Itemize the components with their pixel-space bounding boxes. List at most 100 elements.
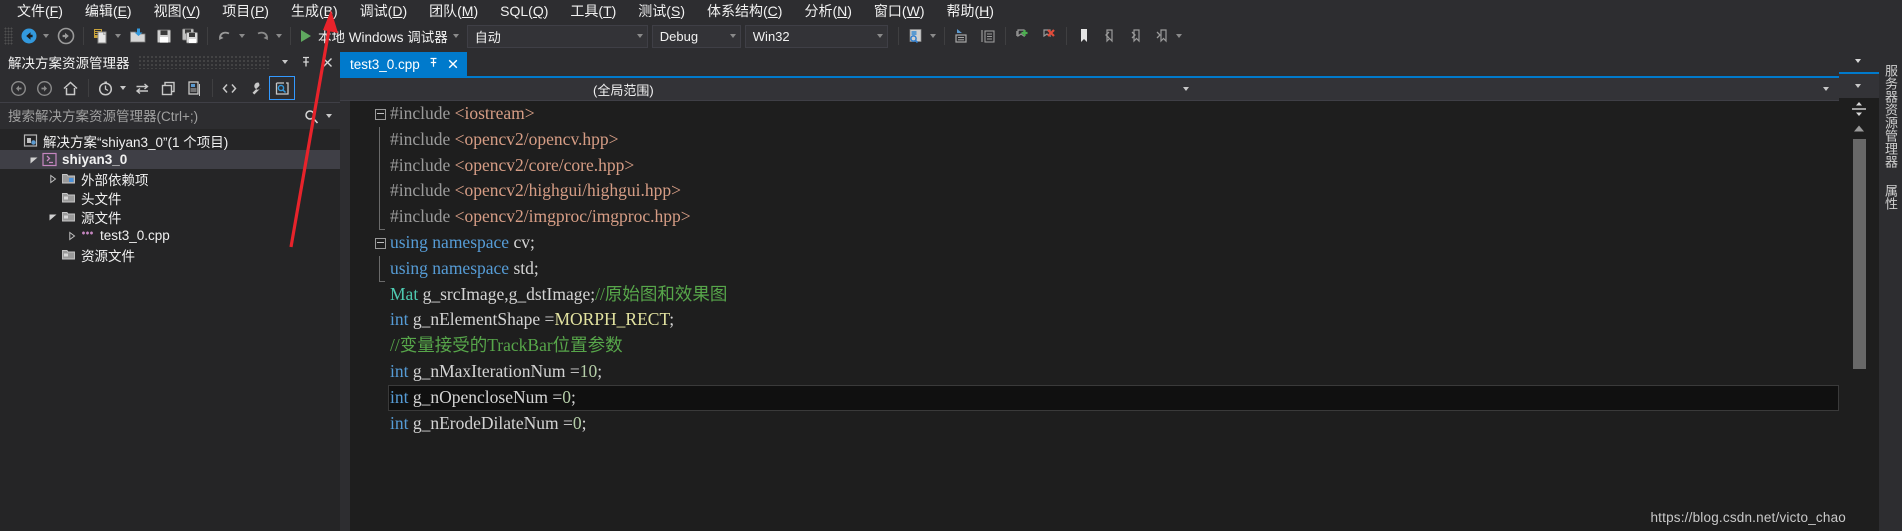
tree-item-6[interactable]: test3_0.cpp [0,226,340,245]
scrollbar-up-button[interactable] [1839,120,1879,137]
tab-close-icon[interactable] [445,57,461,72]
toolbar-overflow-icon[interactable] [1175,34,1182,38]
menu-item-13[interactable]: 窗口(W) [863,0,936,22]
se-forward-button[interactable] [32,77,56,99]
se-home-button[interactable] [58,77,82,99]
panel-close-icon[interactable] [319,53,335,71]
menu-item-11[interactable]: 体系结构(C) [696,0,793,22]
search-icon[interactable] [299,105,323,127]
code-text[interactable]: #include <iostream> #include <opencv2/ope… [388,101,1839,531]
vertical-scrollbar-thumb[interactable] [1852,139,1866,369]
start-debug-label[interactable]: 本地 Windows 调试器 [316,26,452,46]
redo-button[interactable] [249,24,275,48]
code-line-13[interactable]: int g_nErodeDilateNum =0; [388,411,1839,437]
autohide-tab-1[interactable]: 服务器资源管理器 [1879,56,1902,176]
search-options-icon[interactable] [326,114,332,118]
code-line-2[interactable]: #include <opencv2/opencv.hpp> [388,127,1839,153]
se-refresh-button[interactable] [156,77,180,99]
se-pending-dropdown-icon[interactable] [120,86,126,90]
next-bookmark-button[interactable] [1123,24,1149,48]
nav-back-dropdown-icon[interactable] [43,34,49,38]
tab-pin-icon[interactable] [428,57,439,71]
se-show-all-files-button[interactable] [182,77,206,99]
menu-item-1[interactable]: 文件(F) [6,0,74,22]
code-line-8[interactable]: Mat g_srcImage,g_dstImage;//原始图和效果图 [388,282,1839,308]
twisty-collapsed-icon[interactable] [46,174,60,184]
code-line-10[interactable]: //变量接受的TrackBar位置参数 [388,333,1839,359]
code-line-9[interactable]: int g_nElementShape =MORPH_RECT; [388,307,1839,333]
prev-bookmark-button[interactable] [1097,24,1123,48]
code-line-1[interactable]: #include <iostream> [388,101,1839,127]
code-line-4[interactable]: #include <opencv2/highgui/highgui.hpp> [388,178,1839,204]
twisty-expanded-icon[interactable] [46,212,60,222]
find-dropdown-icon[interactable] [929,34,936,38]
outlining-margin[interactable] [372,101,388,531]
menu-item-9[interactable]: 工具(T) [559,0,627,22]
panel-dropdown-icon[interactable] [277,53,293,71]
scope-combo[interactable]: (全局范围) [585,78,1199,100]
redo-dropdown-icon[interactable] [276,34,282,38]
solution-tree[interactable]: 解决方案“shiyan3_0”(1 个项目) shiyan3_0 外部依赖项 头文件源… [0,129,340,531]
tree-item-2[interactable]: shiyan3_0 [0,150,340,169]
menu-item-8[interactable]: SQL(Q) [489,0,559,22]
solution-platform-combo[interactable]: Win32 [744,24,888,48]
se-sync-button[interactable] [130,77,154,99]
next-bookmark-folder-button[interactable] [1149,24,1175,48]
member-combo[interactable] [1199,78,1839,100]
search-input[interactable] [0,107,299,125]
glyph-margin[interactable] [350,101,372,531]
comment-lines-button[interactable] [949,24,975,48]
tree-item-4[interactable]: 头文件 [0,188,340,207]
start-debug-icon[interactable] [301,30,311,42]
find-in-files-button[interactable] [903,24,929,48]
menu-item-2[interactable]: 编辑(E) [74,0,143,22]
menu-item-12[interactable]: 分析(N) [793,0,862,22]
se-pending-changes-button[interactable] [93,77,117,99]
undo-button[interactable] [212,24,238,48]
tabstrip-overflow-icon[interactable] [1839,50,1879,72]
menu-item-14[interactable]: 帮助(H) [935,0,1004,22]
se-preview-selected-button[interactable] [269,76,295,100]
fold-collapse-icon[interactable] [375,238,386,249]
undo-dropdown-icon[interactable] [239,34,245,38]
code-line-6[interactable]: using namespace cv; [388,230,1839,256]
code-line-11[interactable]: int g_nMaxIterationNum =10; [388,359,1839,385]
config-platform-combo[interactable]: 自动 [466,24,648,48]
code-line-12[interactable]: int g_nOpencloseNum =0; [388,384,1839,411]
vertical-scrollbar-track[interactable] [1839,137,1879,531]
fold-collapse-icon[interactable] [375,109,386,120]
save-button[interactable] [151,24,177,48]
tree-item-5[interactable]: 源文件 [0,207,340,226]
tree-item-7[interactable]: 资源文件 [0,245,340,264]
uncomment-lines-button[interactable] [975,24,1001,48]
menu-item-10[interactable]: 测试(S) [627,0,696,22]
tree-item-1[interactable]: 解决方案“shiyan3_0”(1 个项目) [0,131,340,150]
menu-item-5[interactable]: 生成(B) [280,0,349,22]
tree-item-3[interactable]: 外部依赖项 [0,169,340,188]
menu-item-6[interactable]: 调试(D) [349,0,418,22]
code-line-3[interactable]: #include <opencv2/core/core.hpp> [388,153,1839,179]
save-all-button[interactable] [177,24,203,48]
solution-config-combo[interactable]: Debug [651,24,741,48]
twisty-expanded-icon[interactable] [27,155,41,165]
open-file-button[interactable] [125,24,151,48]
se-properties-button[interactable] [243,77,267,99]
start-debug-dropdown-icon[interactable] [452,34,459,38]
solution-explorer-search[interactable] [0,102,340,129]
editor-splitter-handle[interactable] [1839,98,1879,120]
se-view-code-button[interactable] [217,77,241,99]
twisty-collapsed-icon[interactable] [65,231,79,241]
new-item-button[interactable] [88,24,114,48]
autohide-tab-2[interactable]: 属性 [1879,176,1902,218]
menu-item-3[interactable]: 视图(V) [143,0,212,22]
nav-forward-button[interactable] [53,24,79,48]
editor-tab-test3_0-cpp[interactable]: test3_0.cpp [340,52,467,76]
code-editor[interactable]: #include <iostream> #include <opencv2/ope… [340,101,1839,531]
se-back-button[interactable] [6,77,30,99]
toolbar-grip[interactable] [4,27,13,45]
bookmark-window-button[interactable] [1071,24,1097,48]
nav-back-button[interactable] [16,24,42,48]
remove-bookmark-button[interactable] [1036,24,1062,48]
code-line-5[interactable]: #include <opencv2/imgproc/imgproc.hpp> [388,204,1839,230]
navbar-overflow-icon[interactable] [1839,74,1879,98]
